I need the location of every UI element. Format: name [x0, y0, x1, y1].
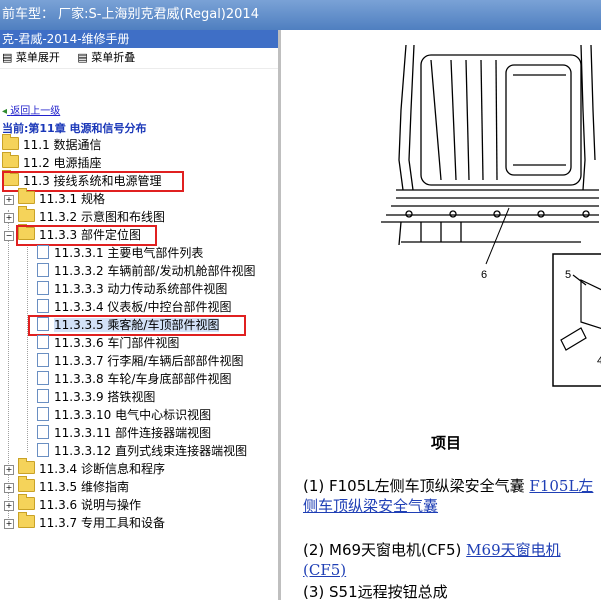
- tree-item-label: 11.3.1 规格: [39, 192, 105, 206]
- content-panel: 6 5 4 项目 (1) F105L左侧车顶纵梁安全气囊 F105L左侧车顶纵梁…: [281, 30, 601, 600]
- expand-icon[interactable]: +: [4, 483, 14, 493]
- folder-icon: [18, 476, 35, 492]
- tree-connector: [27, 244, 28, 452]
- tree-item-label: 11.3.2 示意图和布线图: [39, 210, 165, 224]
- tree-item-11-3-7[interactable]: 11.3.7 专用工具和设备: [18, 512, 165, 532]
- item-2: (2) M69天窗电机(CF5) M69天窗电机 (CF5): [303, 540, 598, 580]
- tree-item-label: 11.3.3.7 行李厢/车辆后部部件视图: [54, 354, 244, 368]
- tree-item-11-3-3-4[interactable]: 11.3.3.4 仪表板/中控台部件视图: [37, 298, 231, 316]
- tree-item-11-3-6[interactable]: 11.3.6 说明与操作: [18, 494, 141, 514]
- back-link-label: 返回上一级: [10, 106, 61, 117]
- item-2-text: (2) M69天窗电机(CF5): [303, 541, 467, 559]
- tree-item-label: 11.3.3.11 部件连接器端视图: [54, 426, 212, 440]
- tree-item-11-3-3-2[interactable]: 11.3.3.2 车辆前部/发动机舱部件视图: [37, 262, 255, 280]
- back-arrow-icon: ◂: [2, 106, 8, 117]
- expand-all-label: 菜单展开: [15, 51, 60, 64]
- document-icon: [37, 407, 49, 421]
- folder-icon: [18, 512, 35, 528]
- expand-icon[interactable]: +: [4, 465, 14, 475]
- tree-item-label: 11.3.7 专用工具和设备: [39, 516, 165, 530]
- document-icon: [37, 299, 49, 313]
- expand-icon[interactable]: +: [4, 501, 14, 511]
- window-title-bar: 前车型： 厂家:S-上海别克君威(Regal)2014: [0, 0, 601, 30]
- document-icon: [37, 389, 49, 403]
- tree-item-11-3-1[interactable]: 11.3.1 规格: [18, 188, 105, 208]
- highlight-box: [2, 171, 184, 192]
- toc-panel: 克-君威-2014-维修手册 ▤ 菜单展开 ▤ 菜单折叠 ◂ 返回上一级 当前:…: [0, 30, 281, 600]
- document-icon: [37, 281, 49, 295]
- tree-item-11-3-3-3[interactable]: 11.3.3.3 动力传动系统部件视图: [37, 280, 227, 298]
- manual-title: 克-君威-2014-维修手册: [0, 30, 278, 48]
- callout-4: 4: [597, 355, 601, 367]
- window-title: 前车型： 厂家:S-上海别克君威(Regal)2014: [2, 7, 259, 22]
- tree-item-11-3-3-10[interactable]: 11.3.3.10 电气中心标识视图: [37, 406, 211, 424]
- folder-icon: [18, 458, 35, 474]
- tree-item-label: 11.3.5 维修指南: [39, 480, 129, 494]
- expand-icon[interactable]: +: [4, 195, 14, 205]
- tree-item-11-3-3-8[interactable]: 11.3.3.8 车轮/车身底部部件视图: [37, 370, 231, 388]
- tree-item-11-3-3-11[interactable]: 11.3.3.11 部件连接器端视图: [37, 424, 211, 442]
- tree-item-label: 11.3.3.12 直列式线束连接器端视图: [54, 444, 248, 458]
- folder-icon: [2, 134, 19, 150]
- collapse-icon[interactable]: −: [4, 231, 14, 241]
- tree-item-label: 11.3.4 诊断信息和程序: [39, 462, 165, 476]
- tree-item-label: 11.3.6 说明与操作: [39, 498, 141, 512]
- document-icon: [37, 353, 49, 367]
- document-icon: [37, 245, 49, 259]
- tree-item-label: 11.1 数据通信: [23, 138, 102, 152]
- back-link[interactable]: ◂ 返回上一级: [2, 102, 60, 117]
- tree-item-label: 11.3.3.4 仪表板/中控台部件视图: [54, 300, 232, 314]
- expand-icon[interactable]: +: [4, 213, 14, 223]
- item-3: (3) S51远程按钮总成: [303, 582, 598, 600]
- tree-toolbar: ▤ 菜单展开 ▤ 菜单折叠: [0, 48, 278, 69]
- callout-6: 6: [481, 269, 487, 281]
- current-chapter: 当前:第11章 电源和信号分布: [2, 122, 147, 135]
- tree-item-11-1[interactable]: 11.1 数据通信: [2, 134, 102, 154]
- tree-item-label: 11.3.3.1 主要电气部件列表: [54, 246, 204, 260]
- items-heading: 项目: [431, 434, 462, 452]
- collapse-all-label: 菜单折叠: [91, 51, 136, 64]
- tree-item-label: 11.2 电源插座: [23, 156, 102, 170]
- tree-item-11-3-2[interactable]: 11.3.2 示意图和布线图: [18, 206, 165, 226]
- document-icon: [37, 335, 49, 349]
- document-icon: [37, 425, 49, 439]
- folder-icon: [18, 206, 35, 222]
- tree-item-11-3-4[interactable]: 11.3.4 诊断信息和程序: [18, 458, 165, 478]
- tree-item-label: 11.3.3.6 车门部件视图: [54, 336, 180, 350]
- roof-component-diagram: 6 5 4: [381, 44, 601, 387]
- item-3-text: (3) S51远程按钮总成: [303, 583, 448, 600]
- callout-5: 5: [565, 269, 571, 281]
- highlight-box: [16, 225, 157, 246]
- tree-item-label: 11.3.3.2 车辆前部/发动机舱部件视图: [54, 264, 256, 278]
- tree-item-label: 11.3.3.9 搭铁视图: [54, 390, 156, 404]
- document-icon: [37, 263, 49, 277]
- collapse-all-button[interactable]: ▤ 菜单折叠: [77, 51, 135, 64]
- expand-all-button[interactable]: ▤ 菜单展开: [2, 51, 60, 64]
- item-1: (1) F105L左侧车顶纵梁安全气囊 F105L左侧车顶纵梁安全气囊: [303, 476, 598, 516]
- tree-item-label: 11.3.3.10 电气中心标识视图: [54, 408, 212, 422]
- tree-item-11-3-3-12[interactable]: 11.3.3.12 直列式线束连接器端视图: [37, 442, 247, 460]
- document-icon: [37, 371, 49, 385]
- tree-item-label: 11.3.3.8 车轮/车身底部部件视图: [54, 372, 232, 386]
- tree-item-11-3-3-1[interactable]: 11.3.3.1 主要电气部件列表: [37, 244, 203, 262]
- tree-item-11-2[interactable]: 11.2 电源插座: [2, 152, 102, 172]
- folder-icon: [18, 188, 35, 204]
- folder-icon: [18, 494, 35, 510]
- tree-item-11-3-3-7[interactable]: 11.3.3.7 行李厢/车辆后部部件视图: [37, 352, 243, 370]
- tree-item-11-3-3-9[interactable]: 11.3.3.9 搭铁视图: [37, 388, 155, 406]
- tree-item-label: 11.3.3.3 动力传动系统部件视图: [54, 282, 228, 296]
- item-1-text: (1) F105L左侧车顶纵梁安全气囊: [303, 477, 530, 495]
- highlight-box: [28, 315, 246, 336]
- folder-icon: [2, 152, 19, 168]
- document-icon: [37, 443, 49, 457]
- tree-item-11-3-5[interactable]: 11.3.5 维修指南: [18, 476, 129, 496]
- tree-item-11-3-3-6[interactable]: 11.3.3.6 车门部件视图: [37, 334, 179, 352]
- expand-icon[interactable]: +: [4, 519, 14, 529]
